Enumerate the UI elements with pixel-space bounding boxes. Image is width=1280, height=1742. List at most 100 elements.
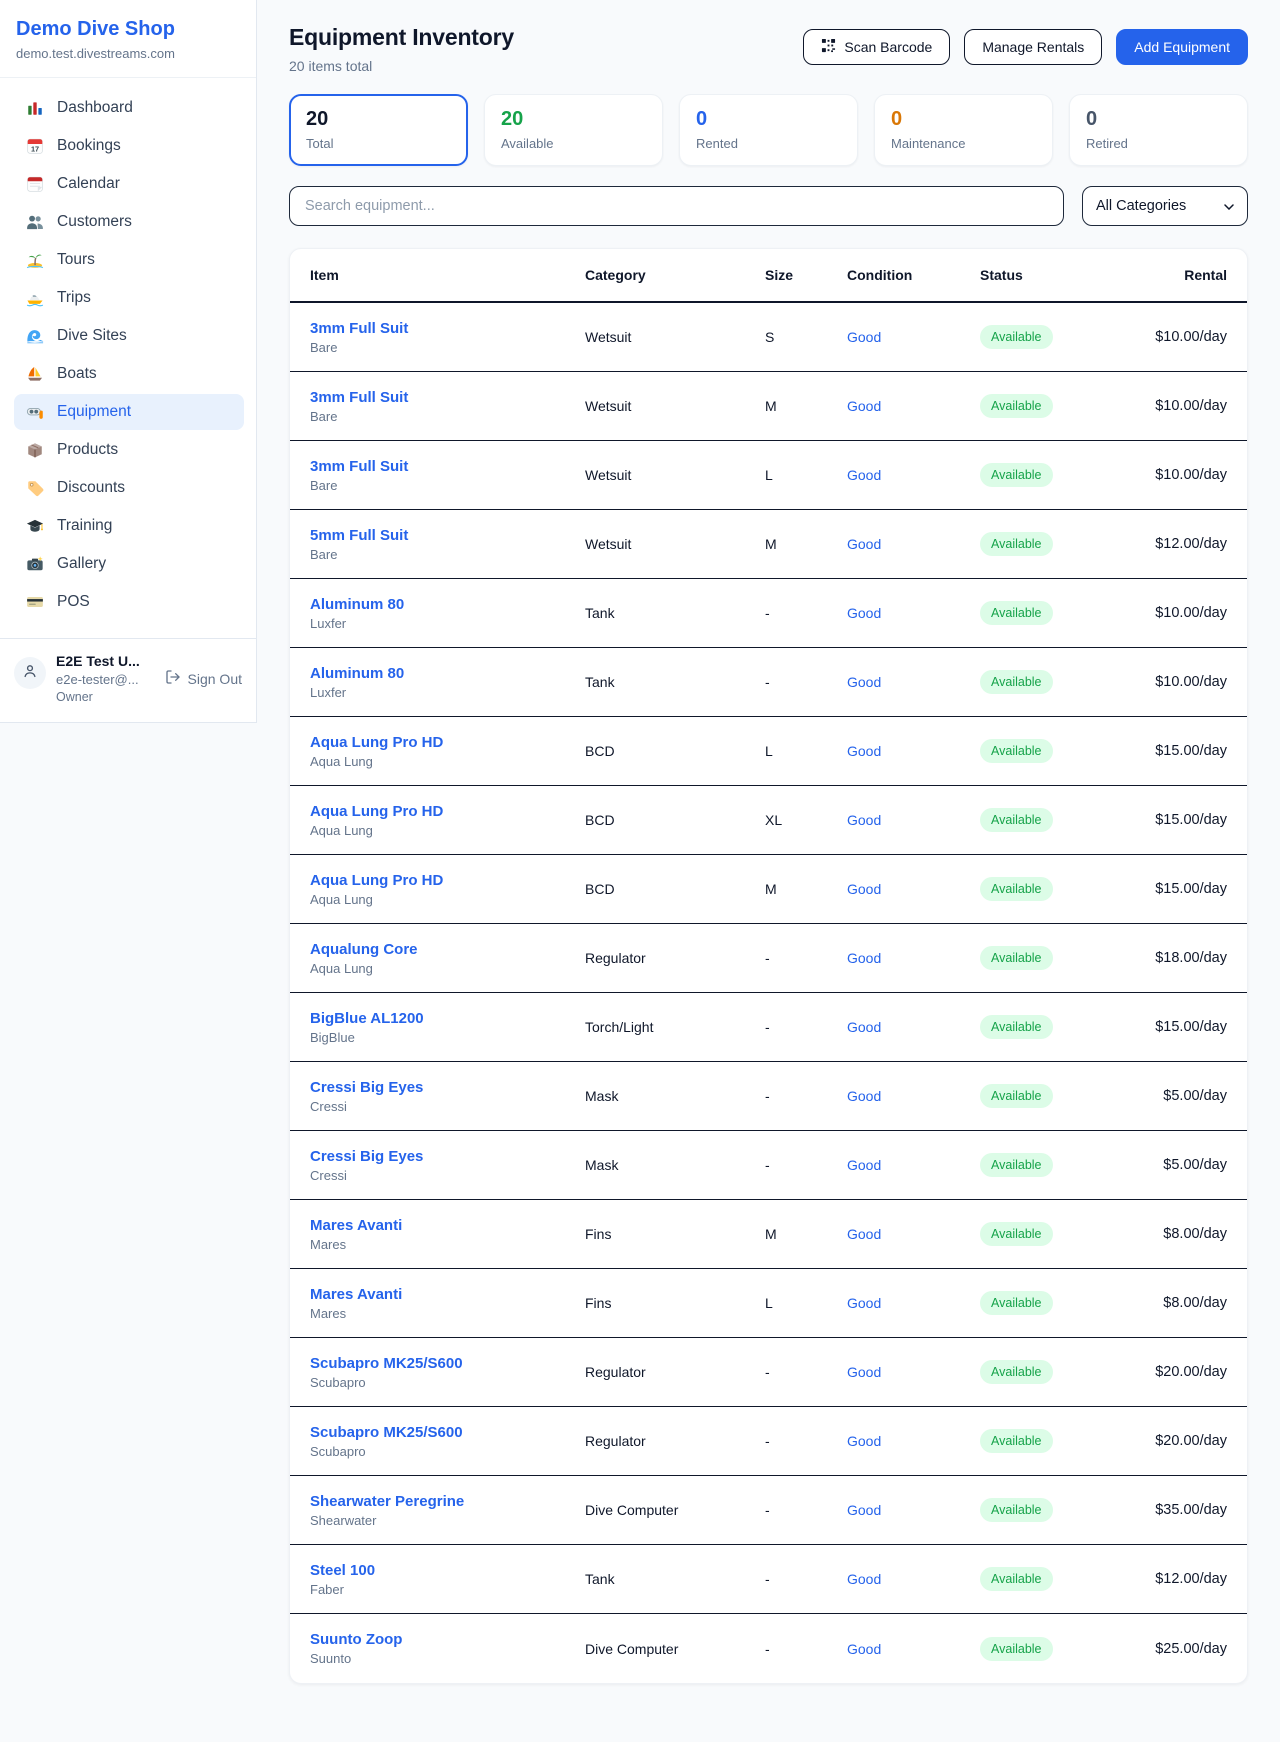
item-size: - (765, 1641, 847, 1657)
sidebar-item-training[interactable]: Training (14, 508, 244, 544)
package-icon (26, 441, 44, 459)
sidebar-item-dashboard[interactable]: Dashboard (14, 90, 244, 126)
sidebar-item-label: Dashboard (57, 99, 133, 117)
sidebar-item-trips[interactable]: Trips (14, 280, 244, 316)
item-brand: Aqua Lung (310, 754, 585, 769)
sidebar-item-tours[interactable]: Tours (14, 242, 244, 278)
stat-card-available[interactable]: 20 Available (484, 94, 663, 166)
item-name-link[interactable]: Suunto Zoop (310, 1631, 585, 1648)
item-name-link[interactable]: Mares Avanti (310, 1217, 585, 1234)
item-rental-rate: $15.00/day (1108, 1019, 1227, 1035)
item-condition-link[interactable]: Good (847, 1641, 980, 1657)
sidebar-item-customers[interactable]: Customers (14, 204, 244, 240)
status-badge: Available (980, 946, 1053, 970)
item-name-link[interactable]: 3mm Full Suit (310, 320, 585, 337)
item-condition-link[interactable]: Good (847, 605, 980, 621)
item-name-link[interactable]: Aqua Lung Pro HD (310, 734, 585, 751)
item-condition-link[interactable]: Good (847, 1088, 980, 1104)
item-name-link[interactable]: 3mm Full Suit (310, 458, 585, 475)
item-condition-link[interactable]: Good (847, 1226, 980, 1242)
item-condition-link[interactable]: Good (847, 950, 980, 966)
user-email: e2e-tester@... (56, 672, 140, 687)
item-brand: Suunto (310, 1651, 585, 1666)
item-name-link[interactable]: Scubapro MK25/S600 (310, 1424, 585, 1441)
item-name-link[interactable]: BigBlue AL1200 (310, 1010, 585, 1027)
brand-domain: demo.test.divestreams.com (16, 46, 240, 61)
item-brand: Cressi (310, 1099, 585, 1114)
item-size: - (765, 1157, 847, 1173)
item-name-link[interactable]: 5mm Full Suit (310, 527, 585, 544)
item-rental-rate: $20.00/day (1108, 1433, 1227, 1449)
item-name-link[interactable]: Scubapro MK25/S600 (310, 1355, 585, 1372)
item-brand: Scubapro (310, 1375, 585, 1390)
item-category: BCD (585, 881, 765, 897)
sidebar-item-discounts[interactable]: Discounts (14, 470, 244, 506)
stats-row: 20 Total 20 Available 0 Rented 0 Mainten… (289, 94, 1248, 166)
stat-label: Total (306, 136, 451, 151)
item-condition-link[interactable]: Good (847, 1502, 980, 1518)
item-condition-link[interactable]: Good (847, 1295, 980, 1311)
stat-card-total[interactable]: 20 Total (289, 94, 468, 166)
status-badge: Available (980, 1222, 1053, 1246)
sidebar-item-products[interactable]: Products (14, 432, 244, 468)
item-category: Mask (585, 1157, 765, 1173)
sidebar-item-label: Gallery (57, 555, 106, 573)
stat-label: Available (501, 136, 646, 151)
item-condition-link[interactable]: Good (847, 674, 980, 690)
item-condition-link[interactable]: Good (847, 743, 980, 759)
sidebar-item-bookings[interactable]: 17 Bookings (14, 128, 244, 164)
item-condition-link[interactable]: Good (847, 881, 980, 897)
item-name-link[interactable]: Aluminum 80 (310, 596, 585, 613)
item-name-link[interactable]: Cressi Big Eyes (310, 1148, 585, 1165)
stat-card-maintenance[interactable]: 0 Maintenance (874, 94, 1053, 166)
item-category: Tank (585, 1571, 765, 1587)
item-condition-link[interactable]: Good (847, 536, 980, 552)
table-row: Cressi Big Eyes Cressi Mask - Good Avail… (290, 1062, 1247, 1131)
item-condition-link[interactable]: Good (847, 1364, 980, 1380)
table-body: 3mm Full Suit Bare Wetsuit S Good Availa… (290, 303, 1247, 1683)
sidebar-item-label: Discounts (57, 479, 125, 497)
item-name-link[interactable]: Aqualung Core (310, 941, 585, 958)
add-equipment-button[interactable]: Add Equipment (1116, 29, 1248, 65)
search-input[interactable] (289, 186, 1064, 226)
sidebar-item-equipment[interactable]: Equipment (14, 394, 244, 430)
item-condition-link[interactable]: Good (847, 329, 980, 345)
sidebar-item-dive-sites[interactable]: Dive Sites (14, 318, 244, 354)
sidebar-item-pos[interactable]: POS (14, 584, 244, 620)
item-name-link[interactable]: 3mm Full Suit (310, 389, 585, 406)
stat-card-retired[interactable]: 0 Retired (1069, 94, 1248, 166)
item-name-link[interactable]: Aqua Lung Pro HD (310, 872, 585, 889)
chevron-down-icon (1224, 198, 1234, 214)
item-condition-link[interactable]: Good (847, 1157, 980, 1173)
sidebar-item-calendar[interactable]: Calendar (14, 166, 244, 202)
item-name-link[interactable]: Aluminum 80 (310, 665, 585, 682)
stat-card-rented[interactable]: 0 Rented (679, 94, 858, 166)
credit-card-icon (26, 593, 44, 611)
stat-value: 0 (891, 108, 1036, 130)
item-name-link[interactable]: Aqua Lung Pro HD (310, 803, 585, 820)
item-condition-link[interactable]: Good (847, 1019, 980, 1035)
sidebar-item-label: POS (57, 593, 90, 611)
category-select[interactable]: All Categories (1082, 186, 1248, 226)
status-badge: Available (980, 808, 1053, 832)
graduation-cap-icon (26, 517, 44, 535)
item-condition-link[interactable]: Good (847, 398, 980, 414)
item-rental-rate: $8.00/day (1108, 1226, 1227, 1242)
item-rental-rate: $15.00/day (1108, 812, 1227, 828)
item-condition-link[interactable]: Good (847, 1571, 980, 1587)
item-name-link[interactable]: Steel 100 (310, 1562, 585, 1579)
page-title: Equipment Inventory (289, 24, 514, 51)
item-condition-link[interactable]: Good (847, 812, 980, 828)
item-name-link[interactable]: Cressi Big Eyes (310, 1079, 585, 1096)
item-condition-link[interactable]: Good (847, 1433, 980, 1449)
sidebar-item-gallery[interactable]: Gallery (14, 546, 244, 582)
manage-rentals-button[interactable]: Manage Rentals (964, 29, 1102, 65)
sidebar-header: Demo Dive Shop demo.test.divestreams.com (0, 0, 256, 78)
scan-barcode-button[interactable]: Scan Barcode (803, 29, 950, 65)
item-name-link[interactable]: Mares Avanti (310, 1286, 585, 1303)
item-name-link[interactable]: Shearwater Peregrine (310, 1493, 585, 1510)
sidebar-item-boats[interactable]: Boats (14, 356, 244, 392)
sidebar: Demo Dive Shop demo.test.divestreams.com… (0, 0, 257, 723)
item-condition-link[interactable]: Good (847, 467, 980, 483)
sign-out-button[interactable]: Sign Out (165, 669, 242, 688)
